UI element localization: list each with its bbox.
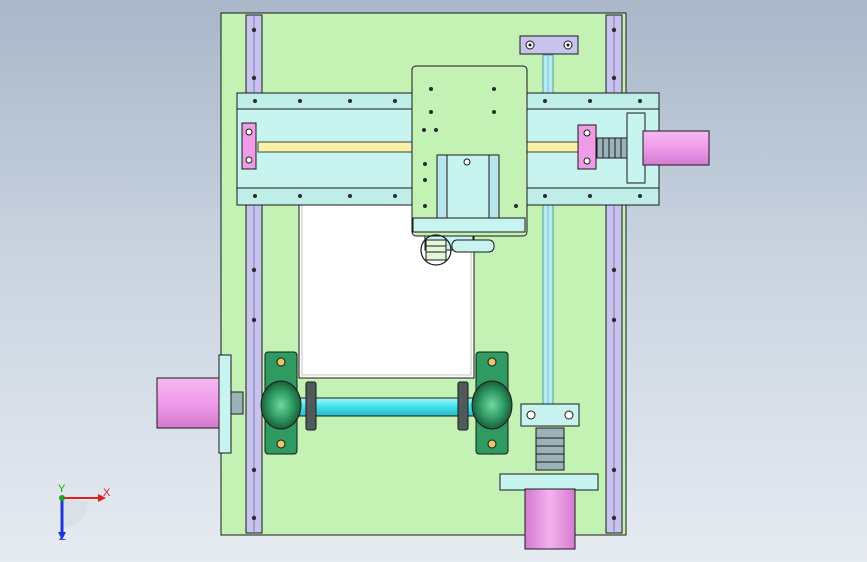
cad-viewport[interactable] <box>0 0 867 562</box>
left-stepper-motor[interactable] <box>156 354 244 454</box>
right-coupling[interactable] <box>596 137 628 159</box>
beam-end-bracket-left[interactable] <box>241 122 257 170</box>
beam-end-bracket-right[interactable] <box>577 124 597 170</box>
pillow-block-left[interactable] <box>260 351 302 455</box>
axis-label-z: Z <box>59 531 66 543</box>
axis-label-x: X <box>103 487 111 499</box>
bottom-screw-support[interactable] <box>520 403 580 427</box>
pillow-block-right[interactable] <box>471 351 513 455</box>
bottom-coupling[interactable] <box>535 427 565 471</box>
axis-label-y: Y <box>58 483 66 495</box>
top-screw-support[interactable] <box>519 35 579 55</box>
right-stepper-motor[interactable] <box>626 112 710 184</box>
